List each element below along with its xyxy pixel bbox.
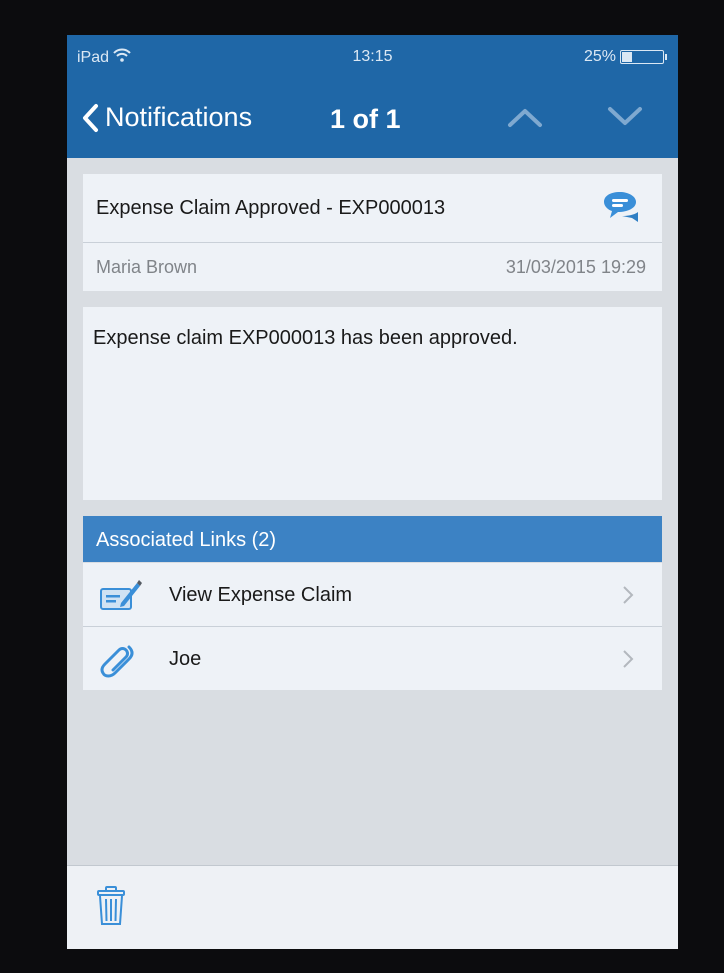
link-view-expense-claim[interactable]: View Expense Claim	[83, 563, 662, 627]
notification-meta: Maria Brown 31/03/2015 19:29	[83, 243, 662, 291]
status-right: 25%	[583, 48, 667, 66]
notification-position: 1 of 1	[330, 104, 401, 134]
paperclip-icon	[99, 641, 139, 684]
chevron-right-icon	[622, 649, 634, 674]
battery-icon	[620, 50, 667, 64]
trash-icon	[97, 886, 125, 925]
chevron-down-icon	[608, 107, 642, 125]
link-label: Joe	[169, 648, 202, 670]
notification-header: Expense Claim Approved - EXP000013	[83, 174, 662, 243]
link-joe[interactable]: Joe	[83, 627, 662, 690]
chevron-right-icon	[622, 585, 634, 610]
notification-title: Expense Claim Approved - EXP000013	[96, 197, 446, 219]
back-label: Notifications	[105, 102, 253, 132]
notification-body: Expense claim EXP000013 has been approve…	[83, 307, 662, 500]
bottom-toolbar	[67, 865, 678, 949]
sender-name: Maria Brown	[96, 257, 198, 277]
app-screen: iPad 13:15 25% Notifications 1 of 1 Expe…	[67, 35, 678, 949]
navigation-bar: Notifications 1 of 1	[67, 80, 678, 158]
battery-level	[622, 52, 632, 62]
next-button[interactable]	[607, 106, 643, 133]
expense-form-icon	[99, 577, 143, 618]
notification-message: Expense claim EXP000013 has been approve…	[93, 327, 518, 349]
associated-links-header: Associated Links (2)	[83, 516, 662, 562]
notification-timestamp: 31/03/2015 19:29	[505, 257, 646, 277]
chat-bubbles-icon[interactable]	[600, 190, 640, 231]
previous-button[interactable]	[507, 106, 543, 133]
battery-percent: 25%	[583, 48, 616, 65]
link-label: View Expense Claim	[169, 584, 353, 606]
back-button[interactable]: Notifications	[81, 102, 252, 133]
chevron-left-icon	[81, 103, 99, 133]
delete-button[interactable]	[97, 886, 125, 931]
status-bar: iPad 13:15 25%	[67, 35, 678, 80]
chevron-up-icon	[508, 109, 542, 127]
associated-links-title: Associated Links (2)	[96, 529, 277, 551]
